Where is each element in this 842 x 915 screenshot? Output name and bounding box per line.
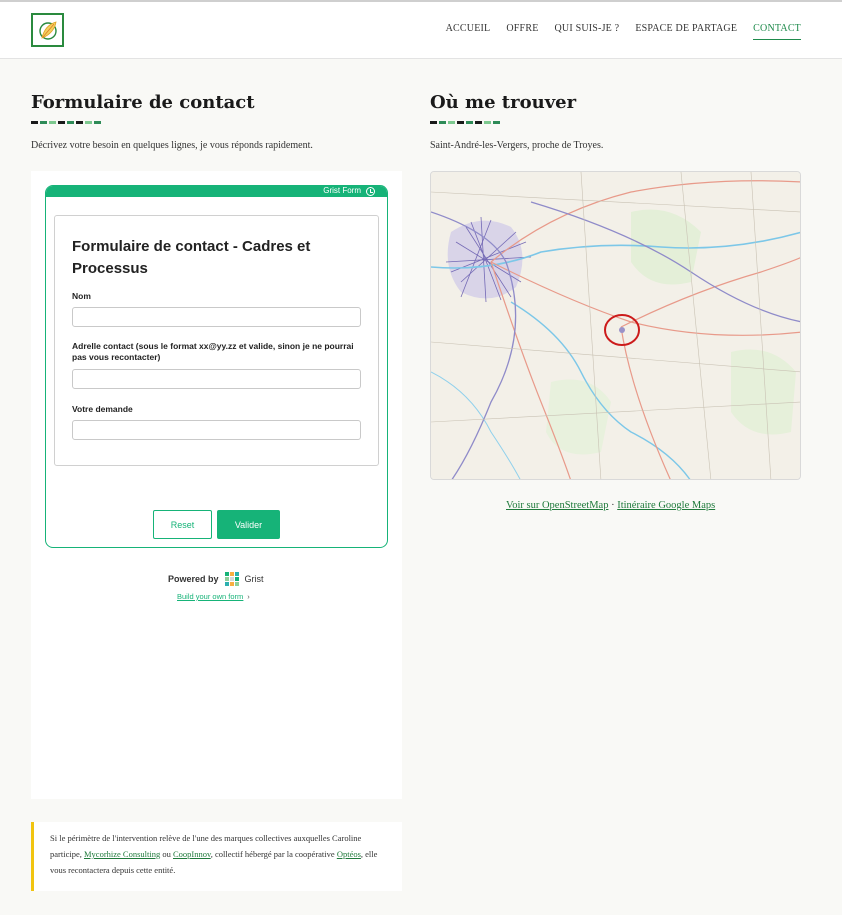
site-header: ACCUEIL OFFRE QUI SUIS-JE ? ESPACE DE PA… xyxy=(0,2,842,59)
nav-espace-de-partage[interactable]: ESPACE DE PARTAGE xyxy=(635,23,737,40)
grist-form-bar-label: Grist Form xyxy=(323,186,361,195)
site-logo[interactable] xyxy=(31,13,64,47)
form-card: Grist Form Formulaire de contact - Cadre… xyxy=(31,171,402,799)
location-map[interactable] xyxy=(430,171,801,480)
coopinnov-link[interactable]: CoopInnov xyxy=(173,849,211,859)
nav-accueil[interactable]: ACCUEIL xyxy=(446,23,491,40)
name-input[interactable] xyxy=(72,307,361,327)
location-lead: Saint-André-les-Vergers, proche de Troye… xyxy=(430,140,604,151)
field-label-demande: Votre demande xyxy=(72,404,133,414)
powered-by-text: Powered by xyxy=(168,574,219,584)
form-box: Formulaire de contact - Cadres et Proces… xyxy=(54,215,379,466)
form-title: Formulaire de contact - Cadres et Proces… xyxy=(72,238,311,277)
heading-decoration-left xyxy=(31,121,101,124)
grist-form-bar: Grist Form xyxy=(46,186,387,197)
powered-by: Powered by Grist xyxy=(168,572,264,586)
note-text-2: ou xyxy=(160,849,173,859)
field-label-nom: Nom xyxy=(72,291,91,301)
links-separator: · xyxy=(608,500,618,511)
google-maps-link[interactable]: Itinéraire Google Maps xyxy=(617,500,715,511)
contact-heading: Formulaire de contact xyxy=(31,92,255,113)
grist-brand: Grist xyxy=(244,574,264,584)
field-label-email: Adrelle contact (sous le format xx@yy.zz… xyxy=(72,341,354,362)
collective-note: Si le périmètre de l'intervention relève… xyxy=(31,822,402,891)
leaf-logo-icon xyxy=(39,21,57,40)
submit-button[interactable]: Valider xyxy=(217,510,280,539)
mycorhize-link[interactable]: Mycorhize Consulting xyxy=(84,849,160,859)
map-illustration xyxy=(431,172,800,479)
reset-button[interactable]: Reset xyxy=(153,510,212,539)
grist-circle-icon[interactable] xyxy=(366,186,375,196)
map-links: Voir sur OpenStreetMap · Itinéraire Goog… xyxy=(506,500,715,511)
nav-contact[interactable]: CONTACT xyxy=(753,23,801,40)
location-heading: Où me trouver xyxy=(430,92,577,113)
email-input[interactable] xyxy=(72,369,361,389)
openstreetmap-link[interactable]: Voir sur OpenStreetMap xyxy=(506,500,608,511)
note-text-3: , collectif hébergé par la coopérative xyxy=(210,849,337,859)
build-form-link[interactable]: Build your own form xyxy=(177,592,243,601)
heading-decoration-right xyxy=(430,121,500,124)
grist-form-embed: Grist Form Formulaire de contact - Cadre… xyxy=(45,185,388,548)
main-nav: ACCUEIL OFFRE QUI SUIS-JE ? ESPACE DE PA… xyxy=(446,23,801,40)
nav-offre[interactable]: OFFRE xyxy=(506,23,538,40)
nav-qui-suis-je[interactable]: QUI SUIS-JE ? xyxy=(555,23,620,40)
opteos-link[interactable]: Optéos xyxy=(337,849,361,859)
request-input[interactable] xyxy=(72,420,361,440)
contact-lead: Décrivez votre besoin en quelques lignes… xyxy=(31,140,313,151)
grist-logo-icon xyxy=(224,572,239,586)
chevron-right-icon: › xyxy=(247,592,250,601)
